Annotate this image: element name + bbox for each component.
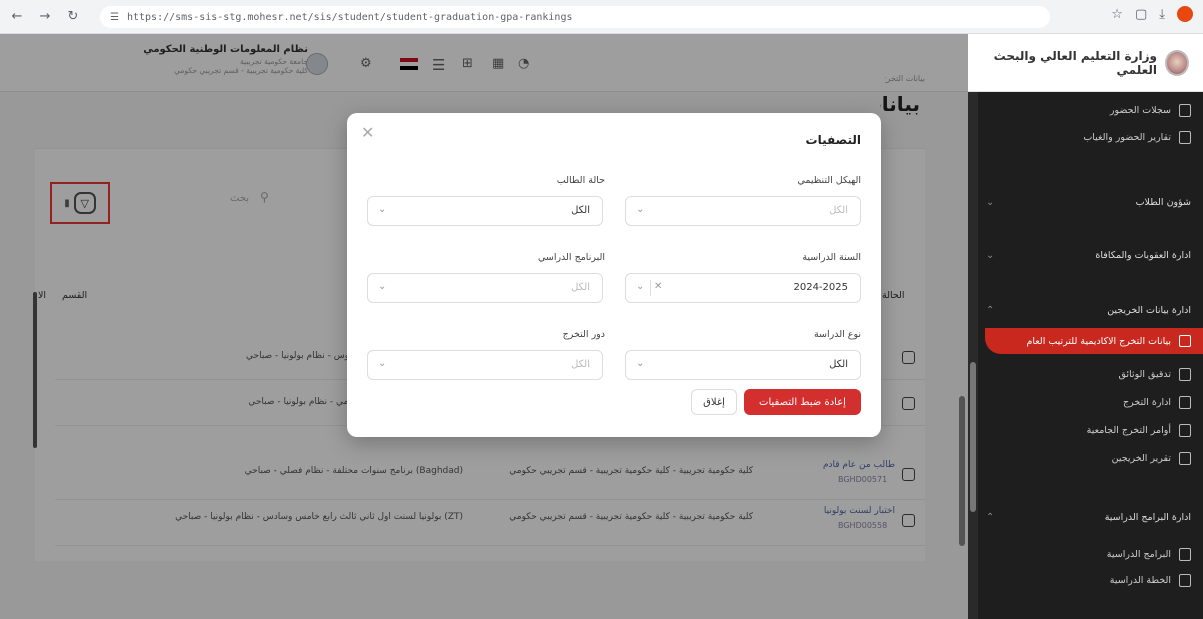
chevron-down-icon: ⌄ [636, 358, 645, 369]
sidebar-group-student-affairs[interactable]: شؤون الطلاب ⌄ [986, 197, 1191, 208]
chevron-down-icon: ⌄ [378, 358, 387, 369]
sidebar-header: وزارة التعليم العالي والبحث العلمي [968, 34, 1203, 92]
close-button[interactable]: إغلاق [691, 389, 737, 415]
label-org-structure: الهيكل التنظيمي [797, 175, 861, 186]
report-icon [1179, 131, 1191, 144]
clipboard-icon [1179, 396, 1191, 409]
sidebar-group-study-programs[interactable]: ادارة البرامج الدراسية ⌃ [986, 512, 1191, 523]
address-bar[interactable]: ☰ https://sms-sis-stg.mohesr.net/sis/stu… [100, 6, 1050, 28]
label-study-program: البرنامج الدراسي [537, 252, 605, 263]
star-icon[interactable]: ☆ [1111, 7, 1123, 22]
document-icon [1179, 104, 1191, 117]
sidebar-item-attendance-reports[interactable]: تقارير الحضور والغياب [1083, 131, 1191, 144]
label-graduation-round: دور التخرج [562, 329, 605, 340]
filters-modal: التصفيات ✕ الهيكل التنظيمي الكل ⌄ حالة ا… [347, 113, 881, 437]
profile-avatar[interactable] [1177, 6, 1193, 22]
chevron-down-icon: ⌄ [378, 204, 387, 215]
modal-title: التصفيات [805, 133, 861, 147]
ministry-logo[interactable] [1165, 49, 1189, 76]
sidebar-group-penalties[interactable]: ادارة العقوبات والمكافاة ⌄ [986, 250, 1191, 261]
sidebar-item-graduation-orders[interactable]: أوامر التخرج الجامعية [1087, 424, 1191, 437]
label-study-type: نوع الدراسة [813, 329, 861, 340]
program-icon [1179, 548, 1191, 561]
chevron-up-icon: ⌃ [986, 512, 995, 523]
close-icon[interactable]: ✕ [361, 123, 374, 142]
sidebar-item-graduation-rankings[interactable]: بيانات التخرج الاكاديمية للترتيب العام [985, 328, 1203, 354]
label-student-status: حالة الطالب [556, 175, 605, 186]
sidebar-item-document-audit[interactable]: تدقيق الوثائق [1118, 368, 1191, 381]
sidebar-item-graduates-report[interactable]: تقرير الخريجين [1112, 452, 1191, 465]
extensions-icon[interactable]: ▢ [1135, 7, 1147, 22]
select-study-type[interactable]: الكل ⌄ [625, 350, 861, 380]
select-academic-year[interactable]: 2024-2025 ⌄ ✕ [625, 273, 861, 303]
sidebar-scrollbar[interactable] [968, 92, 978, 619]
site-info-icon[interactable]: ☰ [110, 12, 119, 23]
select-org-structure[interactable]: الكل ⌄ [625, 196, 861, 226]
sidebar-item-attendance-records[interactable]: سجلات الحضور [1110, 104, 1191, 117]
sidebar-item-study-programs[interactable]: البرامج الدراسية [1107, 548, 1191, 561]
reload-icon[interactable]: ↻ [62, 6, 84, 28]
app: نظام المعلومات الوطنية الحكومي جامعة حكو… [0, 34, 1203, 619]
select-study-program[interactable]: الكل ⌄ [367, 273, 603, 303]
arrow-right-icon[interactable]: → [34, 6, 56, 28]
label-academic-year: السنة الدراسية [802, 252, 861, 263]
plan-icon [1179, 574, 1191, 587]
clear-icon[interactable]: ✕ [654, 281, 662, 292]
url-text: https://sms-sis-stg.mohesr.net/sis/stude… [126, 11, 573, 23]
select-student-status[interactable]: الكل ⌄ [367, 196, 603, 226]
sidebar-item-graduation-admin[interactable]: ادارة التخرج [1123, 396, 1191, 409]
copy-icon [1179, 424, 1191, 437]
sidebar: وزارة التعليم العالي والبحث العلمي سجلات… [968, 34, 1203, 619]
ministry-name: وزارة التعليم العالي والبحث العلمي [993, 48, 1158, 77]
select-graduation-round[interactable]: الكل ⌄ [367, 350, 603, 380]
browser-toolbar: ← → ↻ ☰ https://sms-sis-stg.mohesr.net/s… [0, 0, 1203, 34]
graduation-cap-icon [1179, 335, 1191, 347]
sidebar-item-study-plan[interactable]: الخطة الدراسية [1110, 574, 1191, 587]
shield-icon [1179, 368, 1191, 381]
chevron-down-icon: ⌄ [378, 281, 387, 292]
sidebar-group-graduates[interactable]: ادارة بيانات الخريجين ⌃ [986, 305, 1191, 316]
chevron-down-icon: ⌄ [636, 204, 645, 215]
chevron-up-icon: ⌃ [986, 305, 995, 316]
report-icon [1179, 452, 1191, 465]
chevron-down-icon: ⌄ [986, 250, 995, 261]
reset-filters-button[interactable]: إعادة ضبط التصفيات [744, 389, 861, 415]
download-icon[interactable]: ⤓ [1159, 7, 1165, 22]
chevron-down-icon: ⌄ [986, 197, 995, 208]
chevron-down-icon: ⌄ [636, 281, 645, 292]
arrow-left-icon[interactable]: ← [6, 6, 28, 28]
